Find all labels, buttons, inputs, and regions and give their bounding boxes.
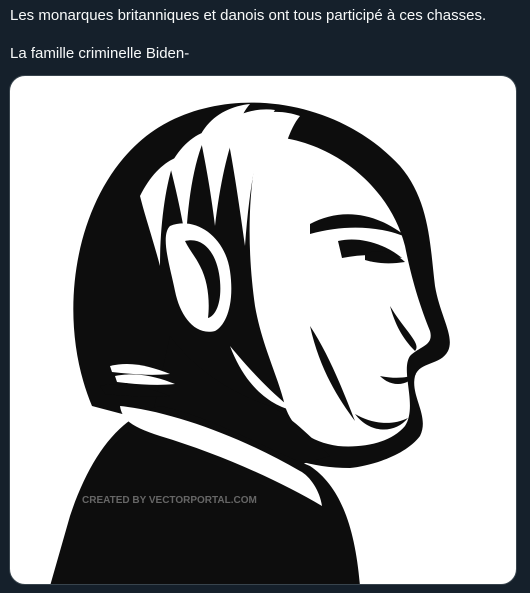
tweet-text-line-2: La famille criminelle Biden- [10, 45, 190, 62]
portrait-illustration: CREATED BY VECTORPORTAL.COM [50, 102, 450, 584]
tweet: Les monarques britanniques et danois ont… [0, 0, 530, 593]
tweet-media-image[interactable]: CREATED BY VECTORPORTAL.COM [9, 75, 517, 585]
watermark: CREATED BY VECTORPORTAL.COM [82, 495, 257, 506]
tweet-text-line-1: Les monarques britanniques et danois ont… [10, 7, 487, 24]
